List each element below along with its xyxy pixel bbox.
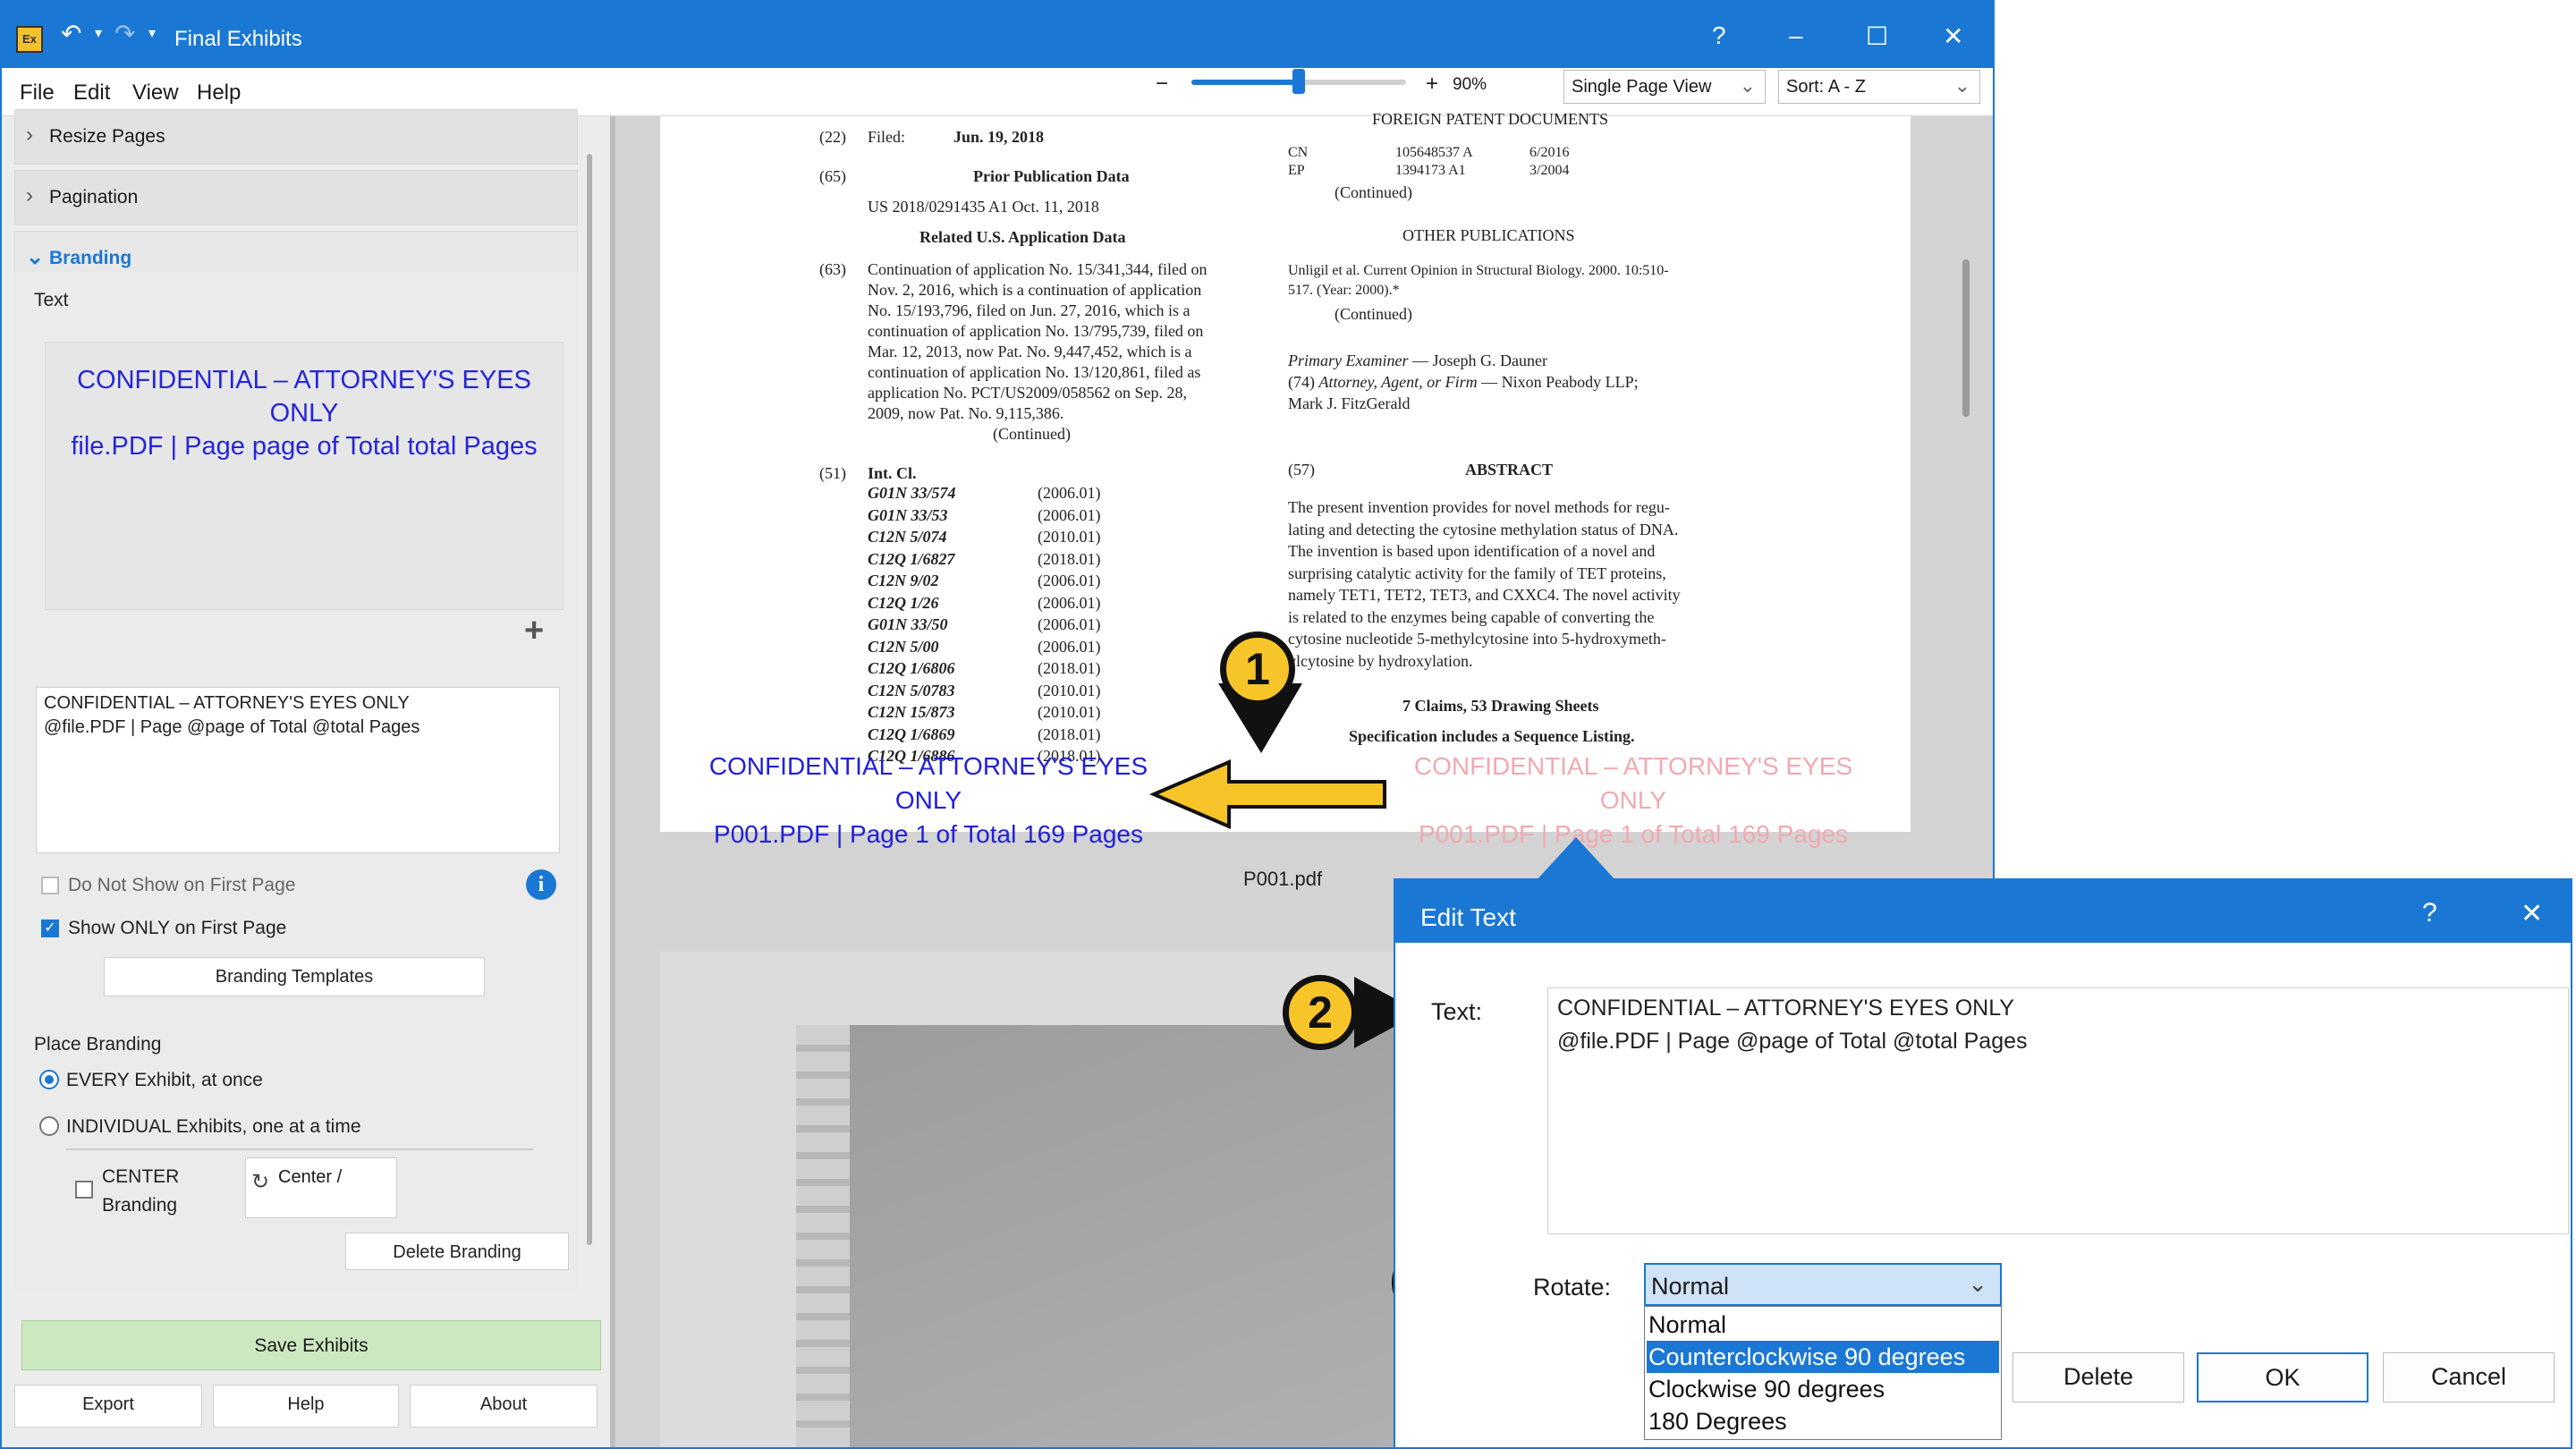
rotate-label: Rotate: (1533, 1274, 1612, 1301)
dialog-text-label: Text: (1431, 998, 1483, 1025)
rotate-option-180[interactable]: 180 Degrees (1647, 1405, 1999, 1437)
dialog-cancel-button[interactable]: Cancel (2383, 1352, 2555, 1402)
rotate-options-list: Normal Counterclockwise 90 degrees Clock… (1644, 1306, 2002, 1440)
callout-2-badge: 2 (1283, 975, 1358, 1050)
rotate-option-normal[interactable]: Normal (1647, 1309, 1999, 1341)
rotate-option-clockwise[interactable]: Clockwise 90 degrees (1647, 1373, 1999, 1405)
chevron-down-icon: ⌄ (1968, 1270, 1987, 1297)
left-arrow-icon (1148, 758, 1386, 830)
dialog-title-bar: Edit Text ? ✕ (1395, 880, 2571, 943)
dialog-help-icon[interactable]: ? (2422, 898, 2437, 928)
dialog-close-icon[interactable]: ✕ (2521, 898, 2543, 929)
dialog-title: Edit Text (1420, 903, 1516, 931)
dialog-text-input[interactable]: CONFIDENTIAL – ATTORNEY'S EYES ONLY @fil… (1547, 987, 2569, 1234)
rotate-option-counterclockwise[interactable]: Counterclockwise 90 degrees (1647, 1341, 1999, 1373)
dialog-text-line-2: @file.PDF | Page @page of Total @total P… (1557, 1029, 2028, 1054)
dialog-ok-button[interactable]: OK (2197, 1352, 2368, 1402)
rotate-select[interactable]: Normal ⌄ (1644, 1263, 2002, 1306)
dialog-delete-button[interactable]: Delete (2012, 1352, 2184, 1402)
dialog-text-line-1: CONFIDENTIAL – ATTORNEY'S EYES ONLY (1557, 996, 2014, 1021)
callout-1-badge: 1 (1220, 631, 1295, 707)
rotate-value: Normal (1651, 1273, 1730, 1300)
dialog-pointer (1535, 837, 1617, 882)
